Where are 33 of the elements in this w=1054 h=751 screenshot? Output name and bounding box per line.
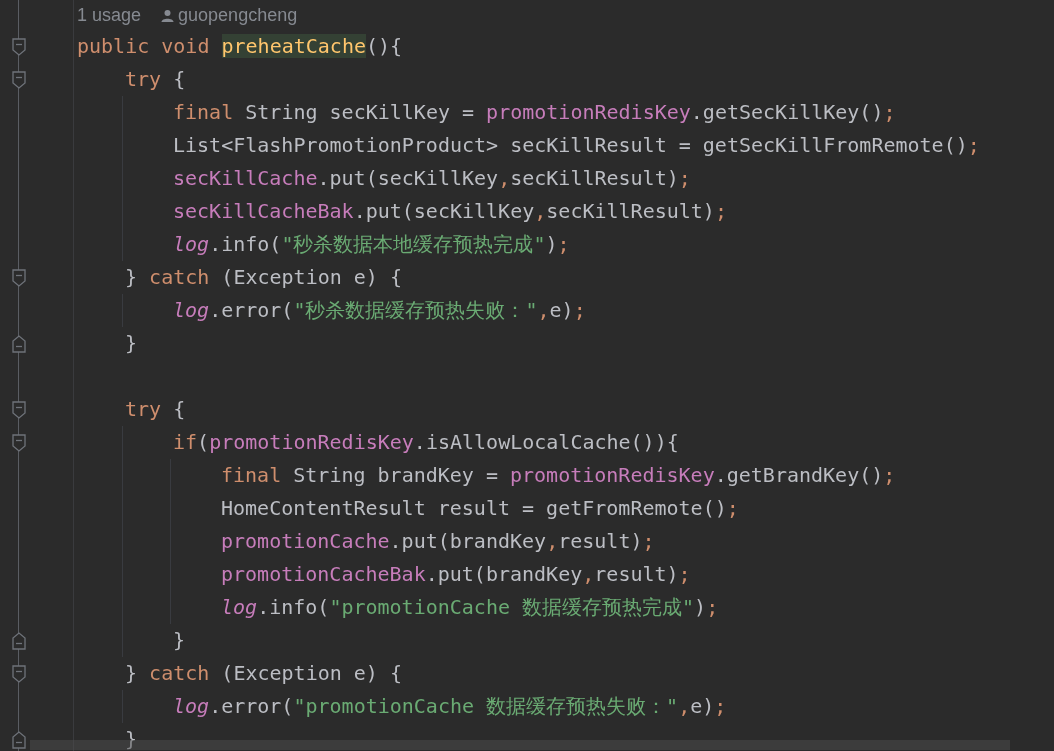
person-icon [161,8,175,22]
code-line: } [125,726,138,751]
code-line: if(promotionRedisKey.isAllowLocalCache()){ [173,429,679,456]
code-line: final String secKillKey = promotionRedisKey.getSecKillKey(); [173,99,896,126]
code-line: promotionCache.put(brandKey,result); [221,528,655,555]
fold-icon[interactable] [12,400,26,419]
fold-icon[interactable] [12,268,26,287]
code-line: log.info("秒杀数据本地缓存预热完成"); [173,231,570,258]
author-hint[interactable]: guopengcheng [178,1,298,29]
unfold-icon[interactable] [12,631,26,650]
code-line: } [125,330,138,357]
fold-icon[interactable] [12,70,26,89]
code-line: log.error("promotionCache 数据缓存预热失败：",e); [173,693,727,720]
code-line: log.error("秒杀数据缓存预热失败：",e); [173,297,586,324]
code-line: HomeContentResult result = getFromRemote(); [221,495,739,522]
code-line: } catch (Exception e) { [125,264,402,291]
code-line: secKillCacheBak.put(secKillKey,secKillResult); [173,198,727,225]
fold-icon[interactable] [12,37,26,56]
code-line: final String brandKey = promotionRedisKey.getBrandKey(); [221,462,896,489]
code-line: try { [125,396,186,423]
code-line: log.info("promotionCache 数据缓存预热完成"); [221,594,719,621]
fold-icon[interactable] [12,433,26,452]
code-line: try { [125,66,186,93]
code-line: promotionCacheBak.put(brandKey,result); [221,561,691,588]
code-line: } catch (Exception e) { [125,660,402,687]
code-line: public void preheatCache(){ [77,33,403,60]
unfold-icon[interactable] [12,334,26,353]
code-line: secKillCache.put(secKillKey,secKillResult); [173,165,691,192]
fold-icon[interactable] [12,664,26,683]
usage-hint[interactable]: 1 usage [77,1,142,29]
code-line: } [173,627,186,654]
unfold-icon[interactable] [12,730,26,749]
code-line: List<FlashPromotionProduct> secKillResult = getSecKillFromRemote(); [173,132,980,159]
